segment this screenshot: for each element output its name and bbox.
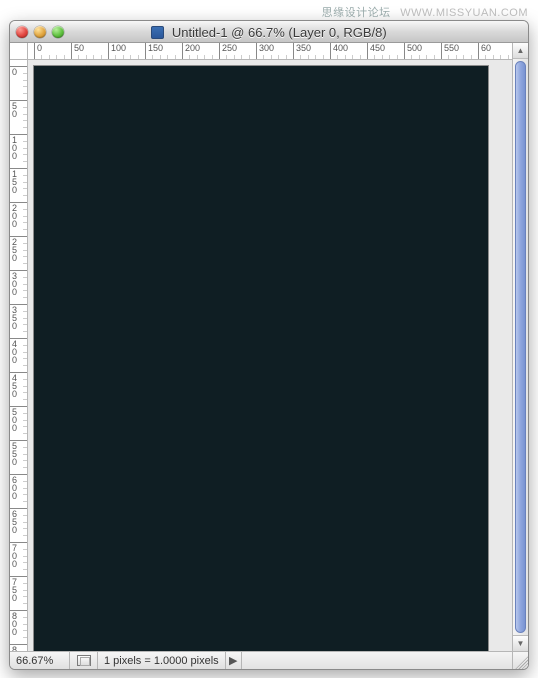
ruler-horizontal[interactable]: 05010015020025030035040045050055060 (28, 43, 512, 60)
status-info[interactable]: 1 pixels = 1.0000 pixels (98, 652, 226, 669)
zoom-button[interactable] (52, 26, 64, 38)
status-menu-arrow-icon[interactable]: ▶ (226, 652, 242, 669)
canvas[interactable] (34, 66, 488, 651)
document-preview-icon (77, 655, 91, 666)
watermark: 思缘设计论坛 WWW.MISSYUAN.COM (322, 4, 528, 20)
canvas-viewport[interactable] (28, 60, 512, 651)
document-window: Untitled-1 @ 66.7% (Layer 0, RGB/8) 0501… (9, 20, 529, 670)
zoom-field[interactable]: 66.67% (10, 652, 70, 669)
ruler-vertical[interactable]: 05 01 0 01 5 02 0 02 5 03 0 03 5 04 0 04… (10, 60, 28, 651)
document-file-icon (151, 26, 164, 39)
window-title-text: Untitled-1 @ 66.7% (Layer 0, RGB/8) (172, 25, 387, 40)
traffic-lights (16, 26, 64, 38)
document-preview-button[interactable] (70, 652, 98, 669)
horizontal-scroll-track[interactable] (242, 652, 512, 669)
resize-grip-icon[interactable] (512, 652, 528, 669)
minimize-button[interactable] (34, 26, 46, 38)
vertical-scrollbar[interactable]: ▲ ▼ (512, 43, 528, 651)
scroll-down-arrow-icon[interactable]: ▼ (513, 635, 528, 651)
ruler-origin[interactable] (10, 43, 28, 60)
watermark-cn: 思缘设计论坛 (322, 7, 391, 19)
titlebar[interactable]: Untitled-1 @ 66.7% (Layer 0, RGB/8) (10, 21, 528, 43)
work-area: 05010015020025030035040045050055060 05 0… (10, 43, 528, 669)
close-button[interactable] (16, 26, 28, 38)
watermark-url: WWW.MISSYUAN.COM (400, 7, 528, 19)
vertical-scroll-thumb[interactable] (515, 61, 526, 633)
window-title: Untitled-1 @ 66.7% (Layer 0, RGB/8) (10, 24, 528, 40)
scroll-up-arrow-icon[interactable]: ▲ (513, 43, 528, 59)
status-bar: 66.67% 1 pixels = 1.0000 pixels ▶ (10, 651, 528, 669)
